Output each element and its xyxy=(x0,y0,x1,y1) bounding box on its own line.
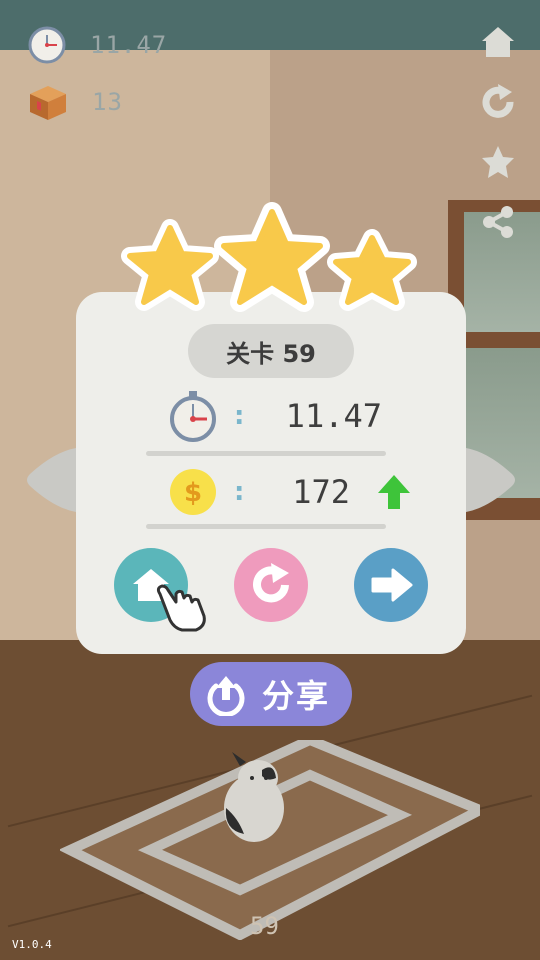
coin-colon: : xyxy=(234,477,245,507)
divider xyxy=(146,451,386,456)
time-stat-row: : 11.47 xyxy=(168,386,418,446)
share-label: 分享 xyxy=(262,677,331,715)
time-colon: : xyxy=(234,401,245,431)
upload-share-icon xyxy=(207,676,245,716)
arrow-up-icon xyxy=(378,475,410,509)
restart-side-button[interactable] xyxy=(478,82,518,122)
star-icon xyxy=(121,219,219,311)
home-side-button[interactable] xyxy=(478,22,518,62)
box-icon xyxy=(30,86,66,120)
hud-time-value: 11.47 xyxy=(90,31,168,59)
share-icon xyxy=(483,206,513,238)
coin-value: 172 xyxy=(292,473,350,511)
star-rating xyxy=(121,202,417,312)
arrow-right-icon xyxy=(371,568,413,602)
restart-icon xyxy=(253,563,289,603)
coin-icon: $ xyxy=(170,469,216,515)
restart-icon xyxy=(482,84,514,118)
star-icon xyxy=(214,202,330,312)
hand-pointer-icon xyxy=(156,584,206,632)
next-button[interactable] xyxy=(354,548,428,622)
share-button[interactable]: 分享 xyxy=(190,662,352,726)
hud-box-count: 13 xyxy=(92,88,123,116)
level-label: 关卡 59 xyxy=(188,324,354,378)
share-side-button[interactable] xyxy=(478,202,518,242)
stopwatch-icon xyxy=(170,391,216,442)
cat-character xyxy=(224,752,284,842)
time-value: 11.47 xyxy=(285,397,382,435)
clock-icon xyxy=(28,26,66,64)
divider xyxy=(146,524,386,529)
next-level-arrow[interactable] xyxy=(466,448,518,512)
svg-text:$: $ xyxy=(184,478,202,508)
star-icon xyxy=(327,229,417,311)
star-side-button[interactable] xyxy=(478,142,518,182)
hud-boxes: 13 xyxy=(28,82,123,122)
floor-level-number: 59 xyxy=(250,912,279,940)
prev-level-arrow[interactable] xyxy=(24,448,76,512)
retry-button[interactable] xyxy=(234,548,308,622)
version-label: V1.0.4 xyxy=(12,938,52,951)
coin-stat-row: $ : 172 xyxy=(168,462,418,522)
home-icon xyxy=(482,27,514,57)
hud-timer: 11.47 xyxy=(28,26,167,64)
star-icon xyxy=(482,146,514,178)
